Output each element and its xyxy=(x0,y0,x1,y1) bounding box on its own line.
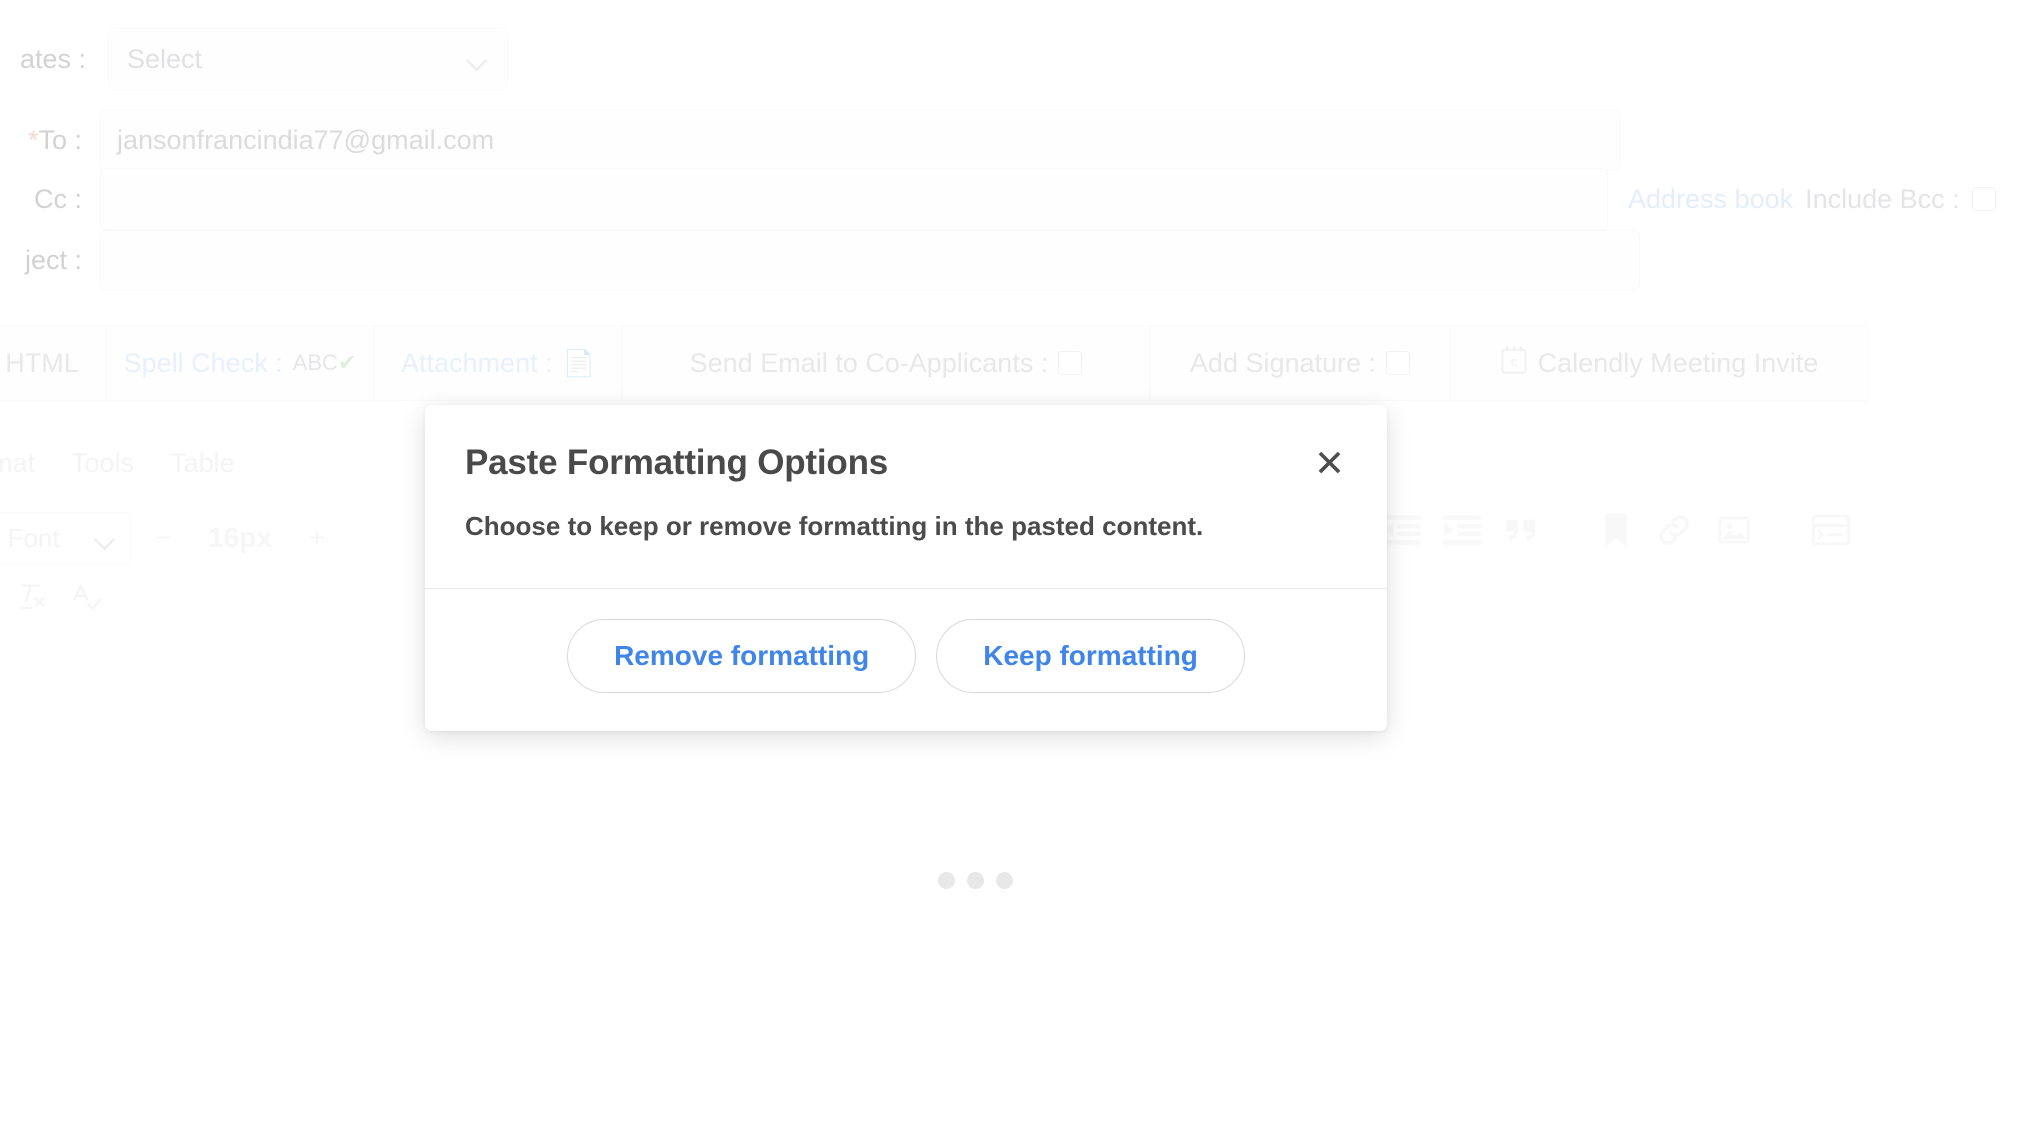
option-html[interactable]: HTML xyxy=(0,325,106,401)
link-icon[interactable] xyxy=(1655,512,1693,548)
menu-format[interactable]: ormat xyxy=(0,448,35,479)
menu-table[interactable]: Table xyxy=(170,448,235,479)
required-star: * xyxy=(27,124,39,155)
chevron-down-icon xyxy=(95,532,117,545)
loading-dot xyxy=(996,872,1013,889)
menu-tools[interactable]: Tools xyxy=(71,448,134,479)
bcc-controls: Address book Include Bcc : xyxy=(1628,184,1996,215)
subject-label: ject : xyxy=(24,244,82,275)
cc-label: Cc : xyxy=(33,183,82,214)
editor-toolbar-primary: tem Font − 16px + xyxy=(0,512,344,564)
paste-formatting-dialog: Paste Formatting Options ✕ Choose to kee… xyxy=(425,405,1387,731)
add-signature-checkbox[interactable] xyxy=(1386,351,1411,375)
option-add-signature[interactable]: Add Signature : xyxy=(1150,325,1450,401)
option-spell-check-label: Spell Check : xyxy=(123,347,283,378)
blockquote-icon[interactable] xyxy=(1503,513,1541,547)
loading-dots-indicator xyxy=(938,872,1013,889)
attachment-icon: 📄 xyxy=(562,347,595,378)
option-send-co-applicants[interactable]: Send Email to Co-Applicants : xyxy=(622,325,1150,401)
close-icon[interactable]: ✕ xyxy=(1314,445,1345,482)
outdent-icon[interactable] xyxy=(1383,513,1421,547)
cc-input[interactable] xyxy=(100,168,1608,230)
font-family-select[interactable]: tem Font xyxy=(0,512,132,564)
clear-formatting-icon[interactable] xyxy=(14,578,50,619)
option-attachment[interactable]: Attachment : 📄 xyxy=(374,325,622,401)
loading-dot xyxy=(967,872,984,889)
subject-input[interactable] xyxy=(100,230,1640,290)
indent-icon[interactable] xyxy=(1443,513,1481,547)
font-family-value: tem Font xyxy=(0,522,60,553)
option-calendly-label: Calendly Meeting Invite xyxy=(1537,347,1819,378)
compose-options-bar: HTML Spell Check : ABC✔ Attachment : 📄 S… xyxy=(0,325,1868,401)
templates-label: ates : xyxy=(19,43,86,74)
font-size-decrease-button[interactable]: − xyxy=(136,512,190,564)
calendar-icon: c xyxy=(1500,345,1528,382)
address-book-link[interactable]: Address book xyxy=(1628,184,1793,215)
to-input-value: jansonfrancindia77@gmail.com xyxy=(117,124,495,155)
to-row: *To : jansonfrancindia77@gmail.com xyxy=(0,110,1620,170)
option-send-co-applicants-label: Send Email to Co-Applicants : xyxy=(689,347,1049,378)
editor-menubar: ormat Tools Table xyxy=(0,448,235,479)
option-calendly[interactable]: c Calendly Meeting Invite xyxy=(1450,325,1868,401)
subject-row: ject : xyxy=(0,230,1640,290)
option-attachment-label: Attachment : xyxy=(401,347,553,378)
templates-select-value: Select xyxy=(127,43,203,74)
dialog-message: Choose to keep or remove formatting in t… xyxy=(425,483,1387,589)
dialog-actions: Remove formatting Keep formatting xyxy=(425,589,1387,731)
to-label: *To : xyxy=(27,124,82,155)
templates-row: ates : Select xyxy=(0,28,508,90)
to-input[interactable]: jansonfrancindia77@gmail.com xyxy=(100,110,1620,170)
template-icon[interactable] xyxy=(1811,513,1851,547)
include-bcc-checkbox[interactable] xyxy=(1971,187,1996,211)
svg-text:c: c xyxy=(1511,354,1518,368)
templates-select[interactable]: Select xyxy=(108,28,508,90)
include-bcc-label: Include Bcc : xyxy=(1805,183,1960,214)
remove-formatting-button[interactable]: Remove formatting xyxy=(567,619,917,693)
editor-toolbar-icons xyxy=(1383,512,1851,548)
font-size-value[interactable]: 16px xyxy=(194,512,286,564)
chevron-down-icon xyxy=(467,53,489,66)
dialog-title: Paste Formatting Options xyxy=(465,443,889,482)
spellcheck-icon[interactable] xyxy=(68,578,104,619)
abc-check-icon: ABC✔ xyxy=(292,350,357,375)
keep-formatting-button[interactable]: Keep formatting xyxy=(936,619,1245,693)
option-add-signature-label: Add Signature : xyxy=(1189,347,1377,378)
cc-row: Cc : Address book Include Bcc : xyxy=(0,168,1996,230)
editor-toolbar-secondary xyxy=(14,578,104,619)
loading-dot xyxy=(938,872,955,889)
option-html-label: HTML xyxy=(5,347,79,378)
dialog-header: Paste Formatting Options ✕ xyxy=(425,405,1387,483)
send-co-applicants-checkbox[interactable] xyxy=(1058,351,1083,375)
option-spell-check[interactable]: Spell Check : ABC✔ xyxy=(106,325,374,401)
bookmark-icon[interactable] xyxy=(1599,512,1633,548)
image-icon[interactable] xyxy=(1715,512,1753,548)
font-size-increase-button[interactable]: + xyxy=(290,512,344,564)
